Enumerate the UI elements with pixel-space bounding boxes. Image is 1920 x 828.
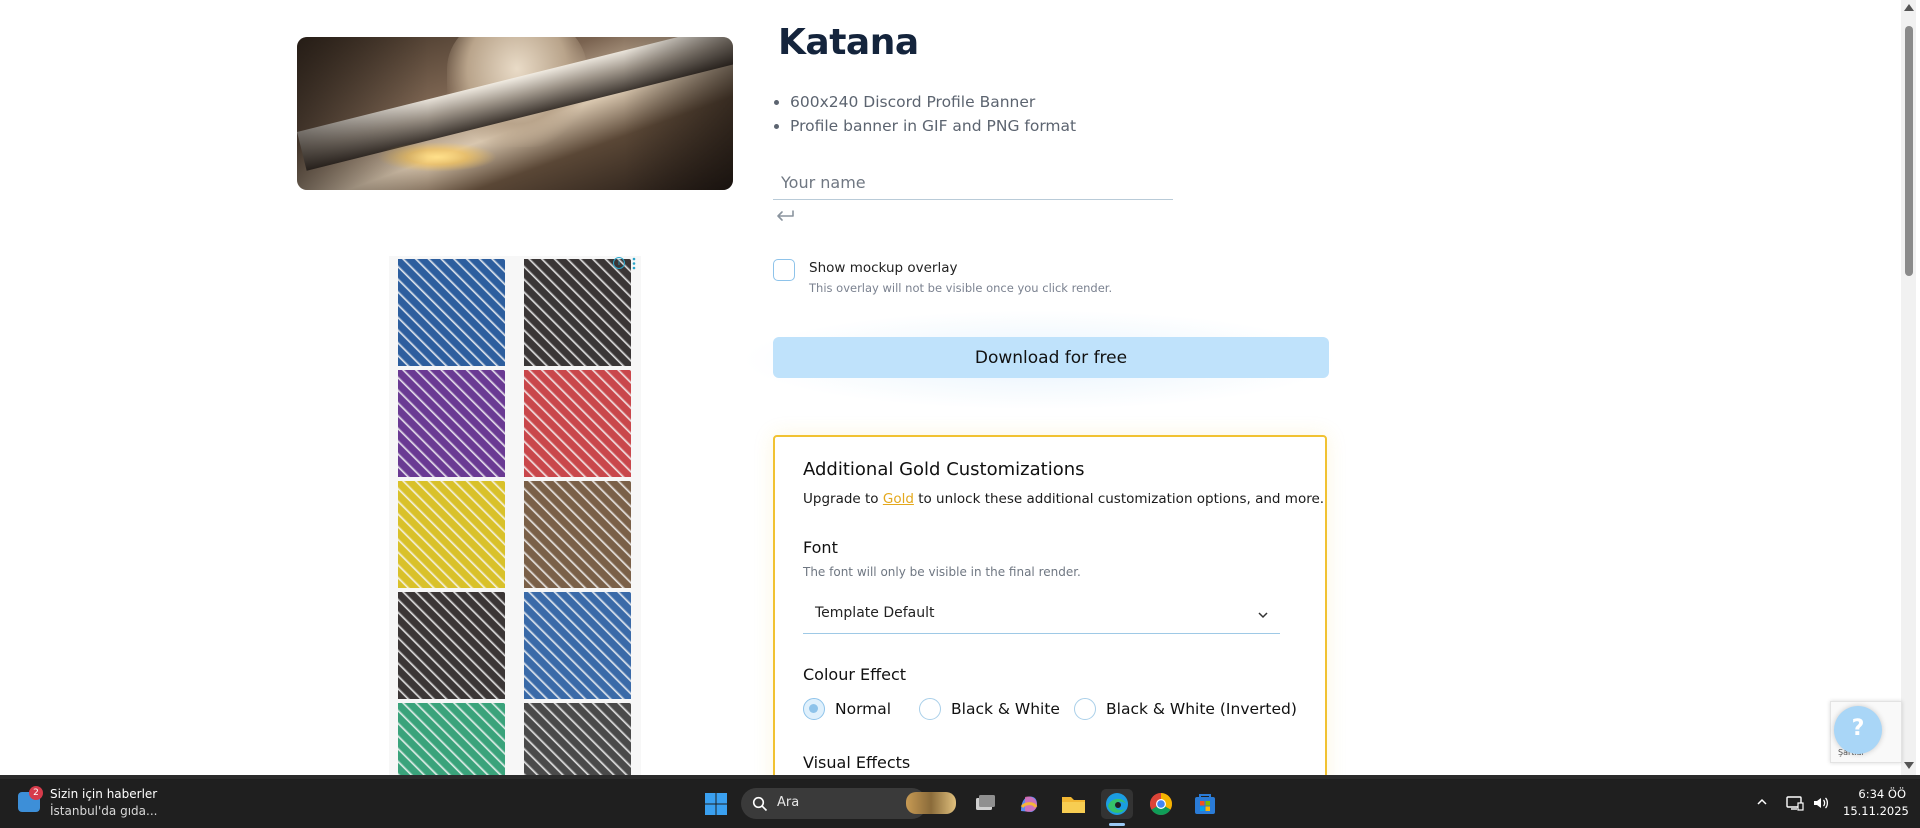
search-highlight-image bbox=[906, 792, 956, 814]
scroll-down-arrow-icon[interactable] bbox=[1904, 762, 1914, 769]
windows-start-icon[interactable] bbox=[704, 792, 728, 816]
taskbar-search-text: Ara bbox=[777, 795, 800, 810]
mockup-overlay-label: Show mockup overlay bbox=[809, 260, 958, 276]
gold-link[interactable]: Gold bbox=[883, 491, 914, 507]
advertisement[interactable] bbox=[389, 256, 641, 810]
chrome-icon[interactable] bbox=[1145, 789, 1177, 819]
feature-list: 600x240 Discord Profile Banner Profile b… bbox=[772, 90, 1076, 138]
ad-tile[interactable] bbox=[524, 481, 631, 588]
edge-browser-icon[interactable] bbox=[1101, 789, 1133, 819]
volume-icon[interactable] bbox=[1812, 795, 1830, 811]
ad-tile[interactable] bbox=[398, 592, 505, 699]
ad-menu-icon[interactable] bbox=[632, 257, 636, 270]
ad-tile[interactable] bbox=[398, 370, 505, 477]
download-button[interactable]: Download for free bbox=[773, 337, 1329, 378]
chevron-up-icon[interactable] bbox=[1756, 797, 1768, 807]
chevron-down-icon bbox=[1258, 612, 1268, 619]
mockup-overlay-checkbox[interactable] bbox=[773, 259, 795, 281]
mockup-overlay-hint: This overlay will not be visible once yo… bbox=[809, 281, 1113, 295]
font-hint: The font will only be visible in the fin… bbox=[803, 565, 1081, 579]
colour-option-label: Normal bbox=[835, 700, 892, 718]
task-view-icon[interactable] bbox=[969, 789, 1001, 819]
scroll-up-arrow-icon[interactable] bbox=[1904, 4, 1914, 11]
news-widget-subtitle[interactable]: İstanbul'da gıda... bbox=[50, 804, 157, 818]
banner-image bbox=[297, 37, 733, 190]
microsoft-store-icon[interactable] bbox=[1189, 789, 1221, 819]
colour-radio-normal[interactable] bbox=[803, 698, 825, 720]
colour-effect-label: Colour Effect bbox=[803, 665, 907, 684]
colour-radio-black-white-inverted[interactable] bbox=[1074, 698, 1096, 720]
taskbar-search-box[interactable] bbox=[741, 788, 927, 819]
ad-tile[interactable] bbox=[398, 259, 505, 366]
active-app-indicator bbox=[1109, 823, 1125, 826]
copilot-icon[interactable] bbox=[1013, 789, 1045, 819]
gold-desc-text: Upgrade to bbox=[803, 491, 883, 507]
gold-title: Additional Gold Customizations bbox=[803, 459, 1085, 480]
news-badge: 2 bbox=[29, 786, 43, 800]
font-label: Font bbox=[803, 538, 838, 557]
ad-tile[interactable] bbox=[524, 370, 631, 477]
clock-date[interactable]: 15.11.2025 bbox=[1843, 804, 1909, 818]
gold-description: Upgrade to Gold to unlock these addition… bbox=[803, 491, 1324, 507]
network-icon[interactable] bbox=[1786, 795, 1804, 811]
file-explorer-icon[interactable] bbox=[1057, 789, 1089, 819]
search-icon bbox=[752, 796, 768, 812]
name-input[interactable] bbox=[773, 166, 1173, 200]
help-chat-button[interactable] bbox=[1834, 706, 1882, 754]
ad-tile[interactable] bbox=[524, 259, 631, 366]
feature-item: 600x240 Discord Profile Banner bbox=[790, 90, 1076, 114]
scrollbar-thumb[interactable] bbox=[1905, 26, 1913, 276]
colour-option-label: Black & White bbox=[951, 700, 1060, 718]
product-title: Katana bbox=[774, 22, 919, 63]
ad-info-icon[interactable]: i bbox=[613, 257, 625, 269]
clock-time[interactable]: 6:34 ÖÖ bbox=[1856, 787, 1906, 801]
enter-icon[interactable] bbox=[774, 205, 796, 227]
ad-tile[interactable] bbox=[524, 592, 631, 699]
colour-option-label: Black & White (Inverted) bbox=[1106, 700, 1297, 718]
visual-effects-label: Visual Effects bbox=[803, 753, 911, 772]
font-select[interactable]: Template Default bbox=[803, 599, 1280, 634]
feature-item: Profile banner in GIF and PNG format bbox=[790, 114, 1076, 138]
ad-tile[interactable] bbox=[398, 481, 505, 588]
gold-desc-text: to unlock these additional customization… bbox=[913, 491, 1325, 507]
colour-radio-black-white[interactable] bbox=[919, 698, 941, 720]
news-widget-title[interactable]: Sizin için haberler bbox=[50, 787, 157, 801]
taskbar: 2 Sizin için haberler İstanbul'da gıda..… bbox=[0, 779, 1920, 828]
font-select-value: Template Default bbox=[815, 605, 935, 621]
